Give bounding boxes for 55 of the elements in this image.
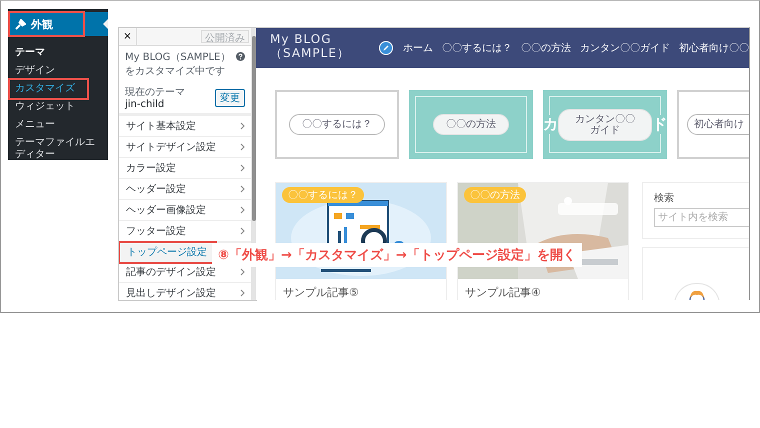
menu-item[interactable]: カスタマイズ [10, 80, 87, 98]
instruction-caption: ⑧「外観」→「カスタマイズ」→「トップページ設定」を開く [212, 243, 582, 267]
section-item[interactable]: ヘッダー画像設定 [119, 200, 251, 221]
nav-link[interactable]: カンタン〇〇ガイド [580, 41, 670, 55]
section-item[interactable]: カラー設定 [119, 158, 251, 179]
section-item[interactable]: ヘッダー設定 [119, 179, 251, 200]
menu-item[interactable]: デザイン [10, 62, 67, 80]
chevron-icon [240, 268, 245, 276]
nav-link[interactable]: 初心者向け〇〇 [679, 41, 749, 55]
help-icon[interactable] [236, 52, 245, 61]
scrollbar-thumb[interactable] [252, 36, 256, 221]
theme-label: 現在のテーマ [125, 86, 185, 99]
section-item[interactable]: 見出しデザイン設定 [119, 283, 251, 300]
nav-link[interactable]: 〇〇するには？ [442, 41, 512, 55]
nav-link[interactable]: 〇〇の方法 [521, 41, 571, 55]
menu-item[interactable]: テーマ [10, 44, 57, 62]
chevron-icon [240, 185, 245, 193]
section-item[interactable]: トップページ設定 [120, 243, 215, 262]
category-tag: 〇〇するには？ [282, 187, 364, 203]
widget-title: 検索 [654, 192, 675, 205]
change-theme-button[interactable]: 変更 [215, 88, 245, 106]
section-item[interactable]: サイト基本設定 [119, 116, 251, 137]
section-item[interactable]: フッター設定 [119, 221, 251, 242]
card-label: 〇〇するには？ [289, 114, 385, 135]
card-label: 初心者向け [687, 114, 749, 135]
card-backdrop-text: カ [543, 115, 558, 134]
card-label: カンタン〇〇ガイド [558, 108, 652, 140]
article-title[interactable]: サンプル記事⑤ [276, 279, 446, 300]
menu-item[interactable]: テーマファイルエディター [10, 134, 108, 164]
card-label: 〇〇の方法 [433, 114, 509, 135]
site-title: My BLOG（SAMPLE） [125, 51, 230, 64]
chevron-icon [240, 206, 245, 214]
customizing-subtitle: をカスタマイズ中です [125, 64, 226, 78]
chevron-icon [240, 164, 245, 172]
category-tag: 〇〇の方法 [464, 187, 526, 203]
menu-card[interactable]: 初心者向け [677, 90, 749, 159]
menu-item[interactable]: メニュー [10, 116, 67, 134]
menu-card[interactable]: 〇〇するには？ [275, 90, 399, 159]
close-button[interactable]: × [119, 28, 137, 45]
chevron-icon [240, 289, 245, 297]
section-item[interactable]: サイトデザイン設定 [119, 137, 251, 158]
search-field[interactable]: サイト内を検索 [654, 208, 749, 227]
article-title[interactable]: サンプル記事④ [458, 279, 628, 300]
blog-title[interactable]: My BLOG （SAMPLE） [270, 32, 371, 60]
menu-card[interactable]: カ カンタン〇〇ガイド ド [543, 90, 667, 159]
menu-header-link[interactable]: 外観 [10, 13, 83, 35]
chevron-icon [240, 143, 245, 151]
theme-name: jin-child [125, 99, 166, 110]
pin-icon [15, 18, 26, 30]
chevron-icon [240, 227, 245, 235]
menu-item[interactable]: ウィジェット [10, 98, 87, 116]
nav-link[interactable]: ホーム [403, 41, 433, 55]
chevron-icon [240, 122, 245, 130]
menu-card[interactable]: 〇〇の方法 [409, 90, 533, 159]
pencil-icon[interactable] [379, 41, 393, 55]
